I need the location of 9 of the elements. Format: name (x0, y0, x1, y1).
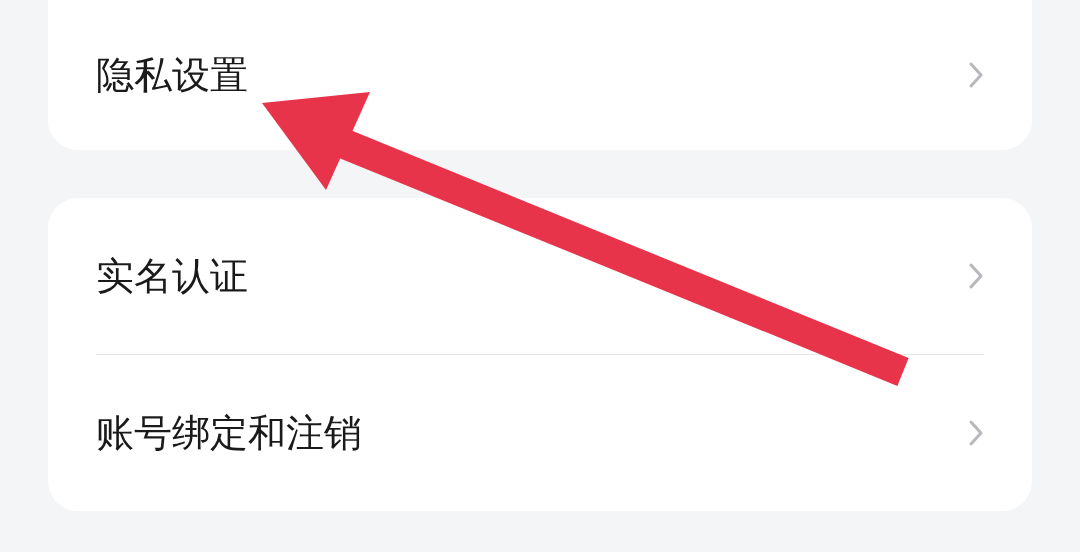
chevron-right-icon (968, 61, 984, 89)
settings-item[interactable]: 实名认证 (48, 198, 1032, 354)
settings-item[interactable]: 账号绑定和注销 (48, 355, 1032, 511)
settings-label: 账号绑定和注销 (96, 409, 362, 457)
chevron-right-icon (968, 419, 984, 447)
settings-label: 隐私设置 (96, 51, 248, 99)
chevron-right-icon (968, 262, 984, 290)
settings-item[interactable]: 隐私设置 (48, 0, 1032, 150)
settings-label: 实名认证 (96, 252, 248, 300)
